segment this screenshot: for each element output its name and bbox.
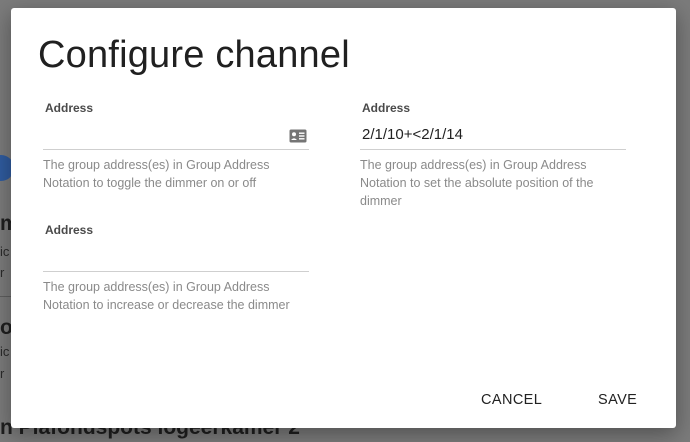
save-button[interactable]: SAVE	[590, 386, 645, 414]
address-input-toggle[interactable]	[43, 119, 309, 150]
background-text-fragment: ic	[0, 244, 10, 259]
address-label: Address	[45, 223, 94, 237]
contact-card-icon[interactable]	[289, 129, 307, 143]
background-text-fragment: r	[0, 366, 5, 381]
address-help-toggle: The group address(es) in Group Address N…	[43, 158, 270, 190]
background-text-fragment: r	[0, 265, 5, 280]
cancel-button[interactable]: CANCEL	[473, 386, 550, 414]
background-text-fragment: ic	[0, 344, 10, 359]
address-help-position: The group address(es) in Group Address N…	[360, 158, 594, 208]
address-label: Address	[45, 101, 94, 115]
address-help-increase-decrease: The group address(es) in Group Address N…	[43, 280, 290, 312]
configure-channel-dialog: Configure channel Address The group addr…	[11, 8, 676, 428]
address-label: Address	[362, 101, 411, 115]
address-input-increase-decrease[interactable]	[43, 241, 309, 272]
dialog-title: Configure channel	[38, 34, 350, 76]
address-input-position[interactable]	[360, 119, 626, 150]
